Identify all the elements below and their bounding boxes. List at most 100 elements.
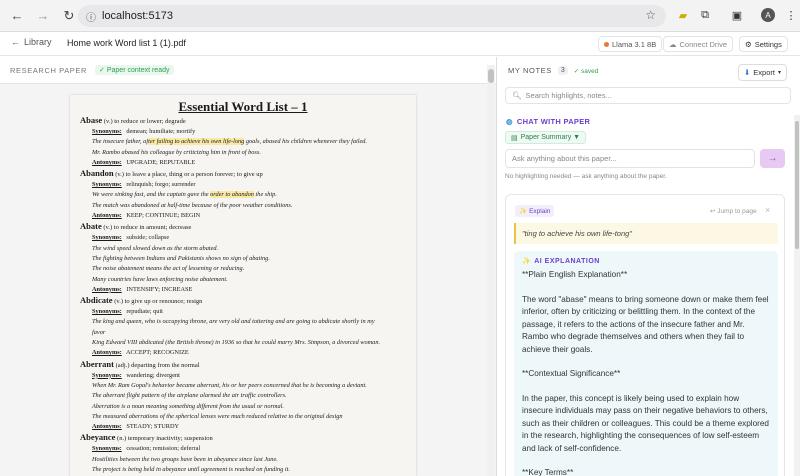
download-icon: ⬇ bbox=[744, 68, 751, 77]
puzzle-extensions-icon[interactable]: ⧉ bbox=[698, 8, 712, 22]
entry-label-line: Antonyms: INTENSIFY; INCREASE bbox=[80, 285, 410, 295]
browser-toolbar: ← → ↻ ⓘ localhost:5173 ☆ ▰ ⧉ ▣ A ⋮ bbox=[0, 0, 800, 32]
entry-label-text: cessation; remission; deferral bbox=[124, 445, 201, 453]
extension-icon[interactable]: ▰ bbox=[676, 8, 690, 22]
forward-arrow-icon[interactable]: → bbox=[32, 5, 54, 27]
notes-search-input[interactable]: 🔍︎ Search highlights, notes... bbox=[505, 87, 791, 104]
entry-definition: (adj.) departing from the normal bbox=[114, 361, 200, 369]
pdf-viewer-header: RESEARCH PAPER ✓ Paper context ready bbox=[0, 57, 496, 84]
ask-paper-input[interactable]: Ask anything about this paper... bbox=[505, 149, 755, 168]
notes-scrollbar[interactable] bbox=[794, 115, 800, 476]
entry-label: Synonyms: bbox=[92, 234, 122, 242]
chat-with-paper-heading: ◍ CHAT WITH PAPER bbox=[506, 117, 590, 126]
library-back-link[interactable]: ← Library bbox=[11, 37, 52, 47]
entry-definition: (v.) to reduce or lower; degrade bbox=[102, 118, 186, 125]
example-text: The aberrant flight pattern of the airpl… bbox=[92, 392, 287, 400]
example-text: Aberration is a noun meaning something d… bbox=[92, 402, 284, 410]
model-label: Llama 3.1 8B bbox=[612, 39, 657, 49]
entry-label-text: wandering; divergent bbox=[124, 371, 180, 379]
url-text: localhost:5173 bbox=[102, 10, 173, 22]
send-button[interactable]: → bbox=[760, 149, 785, 168]
search-icon: 🔍︎ bbox=[512, 91, 522, 100]
entry-label: Synonyms: bbox=[92, 445, 122, 453]
connect-drive-label: Connect Drive bbox=[679, 39, 728, 49]
example-text: favor bbox=[92, 328, 106, 336]
entry-word: Abase bbox=[80, 115, 103, 125]
entry-label: Antonyms: bbox=[92, 212, 122, 220]
reload-icon[interactable]: ↻ bbox=[58, 5, 80, 27]
example-sentence: Many countries have laws enforcing noise… bbox=[80, 275, 410, 285]
entry-label: Antonyms: bbox=[92, 285, 122, 293]
close-icon[interactable]: × bbox=[765, 205, 770, 215]
pdf-viewer-pane: RESEARCH PAPER ✓ Paper context ready Ess… bbox=[0, 57, 497, 476]
entry-label-line: Synonyms: cessation; remission; deferral bbox=[80, 444, 410, 454]
document-icon: ▤ bbox=[511, 134, 518, 142]
cloud-icon: ☁ bbox=[669, 39, 677, 49]
example-sentence: The king and queen, who is occupying thr… bbox=[80, 317, 410, 327]
word-entry-heading: Aberrant (adj.) departing from the norma… bbox=[80, 359, 410, 371]
example-text: The fighting between Indians and Pakista… bbox=[92, 254, 270, 262]
word-entry-heading: Abase (v.) to reduce or lower; degrade bbox=[80, 115, 410, 127]
menu-kebab-icon[interactable]: ⋮ bbox=[784, 8, 798, 22]
chevron-down-icon: ▾ bbox=[777, 70, 781, 76]
site-info-icon[interactable]: ⓘ bbox=[86, 9, 96, 24]
settings-button[interactable]: ⚙ Settings bbox=[739, 36, 788, 52]
export-label: Export bbox=[753, 68, 775, 77]
export-button[interactable]: ⬇ Export ▾ bbox=[738, 64, 787, 81]
entry-definition: (v.) to reduce in amount; decrease bbox=[101, 224, 192, 232]
pdf-page-title: Essential Word List – 1 bbox=[178, 99, 308, 114]
highlighted-text: ter failing to achieve his own life-long bbox=[148, 138, 245, 146]
tab-search-icon[interactable]: ▣ bbox=[730, 8, 744, 22]
pdf-scrollbar[interactable] bbox=[487, 65, 495, 476]
notes-scrollbar-thumb[interactable] bbox=[795, 121, 799, 249]
search-placeholder: Search highlights, notes... bbox=[525, 91, 612, 100]
pdf-scrollbar-thumb[interactable] bbox=[488, 69, 494, 83]
profile-avatar[interactable]: A bbox=[761, 8, 775, 22]
example-sentence: The project is being held in abeyance un… bbox=[80, 465, 410, 475]
notes-title: MY NOTES bbox=[508, 66, 552, 75]
entry-label-text: subside; collapse bbox=[124, 234, 170, 242]
paper-summary-label: Paper Summary ▼ bbox=[520, 134, 581, 141]
ai-explanation-heading: ✨ AI EXPLANATION bbox=[522, 257, 770, 266]
example-text: Mr. Rambo abased his colleague by critic… bbox=[92, 148, 261, 156]
example-text: King Edward VIII abdicated (the British … bbox=[92, 339, 381, 347]
entry-label: Synonyms: bbox=[92, 128, 122, 135]
word-entry-heading: Abate (v.) to reduce in amount; decrease bbox=[80, 221, 410, 233]
example-sentence: Mr. Rambo abased his colleague by critic… bbox=[80, 148, 410, 158]
word-entry-heading: Abdicate (v.) to give up or renounce; re… bbox=[80, 295, 410, 307]
example-sentence: When Mr. Ram Gopal's behavior became abe… bbox=[80, 381, 410, 391]
entry-label-text: INTENSIFY; INCREASE bbox=[124, 285, 193, 293]
entry-label: Synonyms: bbox=[92, 181, 122, 189]
paper-summary-dropdown[interactable]: ▤ Paper Summary ▼ bbox=[505, 131, 587, 144]
ai-explanation-paragraph: The word "abase" means to bring someone … bbox=[522, 294, 769, 354]
word-entry-heading: Abandon (v.) to leave a place, thing or … bbox=[80, 168, 410, 180]
connect-drive-button[interactable]: ☁ Connect Drive bbox=[663, 36, 734, 52]
entry-label-text: demean; humiliate; mortify bbox=[124, 128, 196, 135]
model-badge[interactable]: Llama 3.1 8B bbox=[598, 36, 663, 52]
entry-label-line: Synonyms: repudiate; quit bbox=[80, 307, 410, 317]
ai-explanation-label: AI EXPLANATION bbox=[534, 257, 600, 265]
pdf-text-content[interactable]: Abase (v.) to reduce or lower; degrade Sy… bbox=[80, 115, 410, 476]
ask-placeholder: Ask anything about this paper... bbox=[512, 154, 617, 163]
entry-word: Aberrant bbox=[80, 358, 114, 369]
sparkle-icon: ✨ bbox=[522, 258, 532, 265]
address-bar[interactable]: ⓘ localhost:5173 ☆ bbox=[78, 5, 666, 27]
entry-label-text: ACCEPT; RECOGNIZE bbox=[124, 349, 189, 357]
jump-to-page-link[interactable]: ↩ Jump to page bbox=[710, 207, 757, 215]
globe-icon: ◍ bbox=[506, 117, 513, 126]
example-text: the ship. bbox=[253, 191, 277, 199]
entry-label: Synonyms: bbox=[92, 308, 122, 316]
highlight-quote: "ting to achieve his own life-tong" bbox=[514, 223, 778, 244]
entry-word: Abdicate bbox=[80, 295, 113, 306]
pdf-page[interactable]: Essential Word List – 1 Abase (v.) to re… bbox=[70, 95, 416, 476]
example-text: The noise abatement means the act of les… bbox=[92, 265, 245, 273]
example-sentence: Aberration is a noun meaning something d… bbox=[80, 402, 410, 412]
example-text: When Mr. Ram Gopal's behavior became abe… bbox=[92, 381, 367, 389]
entry-word: Abate bbox=[80, 221, 102, 232]
chat-title-text: CHAT WITH PAPER bbox=[516, 117, 591, 126]
back-arrow-icon[interactable]: ← bbox=[6, 5, 28, 27]
entry-word: Abandon bbox=[80, 168, 114, 179]
word-entry-heading: Abeyance (n.) temporary inactivity; susp… bbox=[80, 432, 410, 444]
bookmark-star-icon[interactable]: ☆ bbox=[645, 8, 656, 22]
ai-explanation-paragraph: **Plain English Explanation** bbox=[522, 270, 628, 279]
